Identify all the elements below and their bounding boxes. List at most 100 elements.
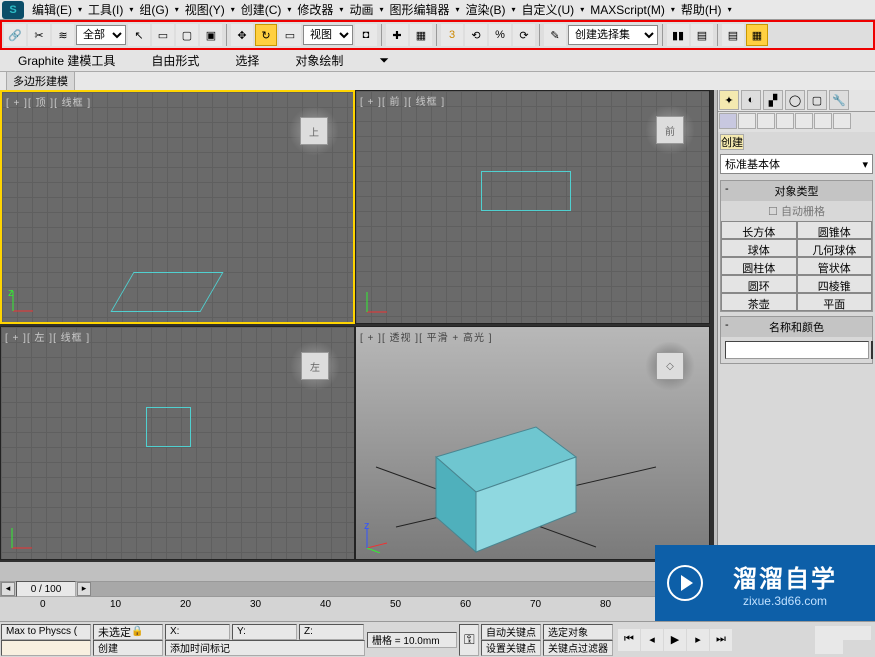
name-color-header[interactable]: -名称和颜色 [721,317,872,337]
menu-modifiers[interactable]: 修改器 [293,0,337,20]
ribbon-tab-graphite[interactable]: Graphite 建模工具 [0,49,133,72]
menu-anim[interactable]: 动画 [345,0,377,20]
move-icon[interactable]: ✥ [231,24,253,46]
tab-modify-icon[interactable]: ◐ [741,90,761,110]
play-start-icon[interactable]: ⏮ [618,629,640,651]
nav-fov-icon[interactable] [857,626,871,640]
select-cursor-icon[interactable]: ↖ [128,24,150,46]
menu-render[interactable]: 渲染(B) [462,0,510,20]
keyboard-icon[interactable]: ▦ [410,24,432,46]
key-icon[interactable]: ⚿ [459,624,479,656]
btn-cylinder[interactable]: 圆柱体 [721,257,797,275]
sub-spacewarps-icon[interactable] [814,113,832,129]
object-name-input[interactable] [725,341,869,359]
angle-snap-icon[interactable]: ⟲ [465,24,487,46]
nav-zoomext-icon[interactable] [843,626,857,640]
play-icon[interactable]: ▶ [664,629,686,651]
geometry-category-dropdown[interactable]: 标准基本体▾ [720,154,873,174]
sub-shapes-icon[interactable] [738,113,756,129]
menu-group[interactable]: 组(G) [135,0,172,20]
menu-custom[interactable]: 自定义(U) [518,0,579,20]
viewport-top[interactable]: [ + ][ 顶 ][ 线框 ] 上 z [0,90,355,324]
key-filters-button[interactable]: 关键点过滤器 [543,640,613,656]
pivot-icon[interactable]: ◘ [355,24,377,46]
named-sel-dropdown[interactable]: 创建选择集 [568,25,658,45]
menu-tools[interactable]: 工具(I) [84,0,127,20]
snap-3-icon[interactable]: 3 [441,24,463,46]
select-rect-icon[interactable]: ▢ [176,24,198,46]
tab-display-icon[interactable]: ▢ [807,90,827,110]
nav-maximize-icon[interactable] [829,640,843,654]
nav-pan-icon[interactable] [815,626,829,640]
sub-geometry-icon[interactable] [719,113,737,129]
btn-teapot[interactable]: 茶壶 [721,293,797,311]
viewport-left[interactable]: [ + ][ 左 ][ 线框 ] 左 [0,326,355,560]
timeline-next-icon[interactable]: ▸ [77,582,91,596]
menu-create[interactable]: 创建(C) [237,0,286,20]
menu-grapheditors[interactable]: 图形编辑器 [385,0,453,20]
btn-torus[interactable]: 圆环 [721,275,797,293]
object-type-header[interactable]: -对象类型 [721,181,872,201]
app-logo-icon[interactable]: S [2,1,24,19]
tab-utilities-icon[interactable]: 🔧 [829,90,849,110]
btn-geosphere[interactable]: 几何球体 [797,239,873,257]
link-icon[interactable]: 🔗 [4,24,26,46]
btn-sphere[interactable]: 球体 [721,239,797,257]
play-end-icon[interactable]: ⏭ [710,629,732,651]
create-label-button[interactable]: 创建 [720,134,744,150]
ribbon-minimize-icon[interactable]: ⏷ [361,50,407,71]
align-icon[interactable]: ▤ [691,24,713,46]
object-color-swatch[interactable] [871,341,873,359]
menu-help[interactable]: 帮助(H) [677,0,726,20]
viewcube-left[interactable]: 左 [290,341,340,391]
sub-helpers-icon[interactable] [795,113,813,129]
ribbon-tab-select[interactable]: 选择 [217,49,277,72]
percent-snap-icon[interactable]: % [489,24,511,46]
auto-key-button[interactable]: 自动关键点 [481,624,541,640]
ribbon-polymodel-button[interactable]: 多边形建模 [6,71,75,91]
spinner-snap-icon[interactable]: ⟳ [513,24,535,46]
viewcube-top[interactable]: 上 [289,106,339,156]
sub-cameras-icon[interactable] [776,113,794,129]
select-name-icon[interactable]: ▭ [152,24,174,46]
viewport-left-label[interactable]: [ + ][ 左 ][ 线框 ] [5,329,90,344]
btn-box[interactable]: 长方体 [721,221,797,239]
tab-create-icon[interactable]: ✦ [719,90,739,110]
sub-lights-icon[interactable] [757,113,775,129]
ribbon-tab-objpaint[interactable]: 对象绘制 [277,49,361,72]
key-mode-dropdown[interactable]: 选定对象 [543,624,613,640]
coord-z[interactable]: Z: [299,624,364,640]
ref-coord-dropdown[interactable]: 视图 [303,25,353,45]
viewport-front[interactable]: [ + ][ 前 ][ 线框 ] 前 [355,90,710,324]
btn-plane[interactable]: 平面 [797,293,873,311]
bind-icon[interactable]: ≋ [52,24,74,46]
scale-icon[interactable]: ▭ [279,24,301,46]
viewport-front-label[interactable]: [ + ][ 前 ][ 线框 ] [360,93,445,108]
menu-edit[interactable]: 编辑(E) [28,0,76,20]
manip-icon[interactable]: ✚ [386,24,408,46]
coord-x[interactable]: X: [165,624,230,640]
viewport-perspective[interactable]: [ + ][ 透视 ][ 平滑 + 高光 ] ◇ z [355,326,710,560]
sub-systems-icon[interactable] [833,113,851,129]
ribbon-tab-freeform[interactable]: 自由形式 [133,49,217,72]
set-key-button[interactable]: 设置关键点 [481,640,541,656]
btn-cone[interactable]: 圆锥体 [797,221,873,239]
btn-pyramid[interactable]: 四棱锥 [797,275,873,293]
nav-zoom-icon[interactable] [829,626,843,640]
rotate-icon[interactable]: ↻ [255,24,277,46]
add-time-tag[interactable]: 添加时间标记 [165,640,365,656]
curve-editor-icon[interactable]: ▦ [746,24,768,46]
btn-tube[interactable]: 管状体 [797,257,873,275]
play-next-icon[interactable]: ▸ [687,629,709,651]
maxscript-mini[interactable] [1,640,91,656]
mirror-icon[interactable]: ▮▮ [667,24,689,46]
viewcube-front[interactable]: 前 [645,105,695,155]
tab-motion-icon[interactable]: ◯ [785,90,805,110]
unlink-icon[interactable]: ✂ [28,24,50,46]
coord-y[interactable]: Y: [232,624,297,640]
maxscript-listener[interactable]: Max to Physcs ( [1,624,91,640]
viewport-top-label[interactable]: [ + ][ 顶 ][ 线框 ] [6,94,91,109]
selection-filter-dropdown[interactable]: 全部 [76,25,126,45]
timeline-prev-icon[interactable]: ◂ [1,582,15,596]
layers-icon[interactable]: ▤ [722,24,744,46]
